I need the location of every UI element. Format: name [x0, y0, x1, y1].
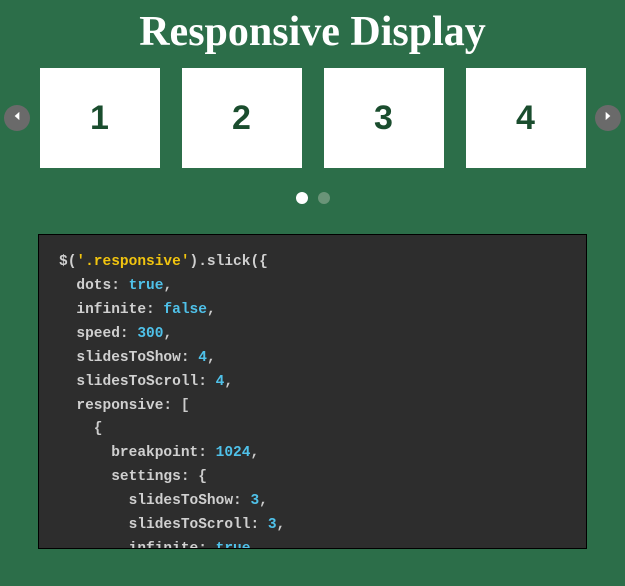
- chevron-left-icon: [10, 109, 24, 128]
- slide[interactable]: 2: [182, 68, 302, 168]
- slide-label: 1: [90, 99, 109, 138]
- code-snippet: $('.responsive').slick({ dots: true, inf…: [38, 234, 587, 549]
- arrow-prev[interactable]: [4, 105, 30, 131]
- slide[interactable]: 3: [324, 68, 444, 168]
- slides-container: 1 2 3 4: [30, 68, 595, 168]
- slide-label: 3: [374, 99, 393, 138]
- slide[interactable]: 1: [40, 68, 160, 168]
- chevron-right-icon: [601, 109, 615, 128]
- slide-label: 2: [232, 99, 251, 138]
- carousel: 1 2 3 4: [0, 68, 625, 168]
- slide[interactable]: 4: [466, 68, 586, 168]
- arrow-next[interactable]: [595, 105, 621, 131]
- slide-label: 4: [516, 99, 535, 138]
- page-title: Responsive Display: [0, 0, 625, 68]
- pagination-dots: [0, 192, 625, 204]
- dot[interactable]: [318, 192, 330, 204]
- dot[interactable]: [296, 192, 308, 204]
